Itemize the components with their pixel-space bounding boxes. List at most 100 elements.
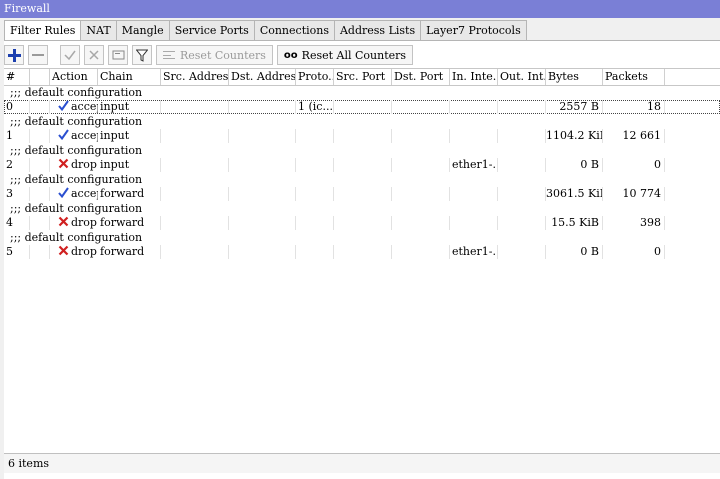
- rule-chain: input: [98, 158, 161, 172]
- rule-in-interface: ether1-...: [452, 158, 498, 172]
- col-header-in-interface[interactable]: In. Inte...: [450, 69, 498, 85]
- rule-dst-port: [392, 158, 450, 172]
- rule-out-interface: [498, 129, 546, 143]
- rule-protocol: [296, 245, 334, 259]
- tab-nat[interactable]: NAT: [80, 20, 117, 40]
- table-row[interactable]: 3 acceptforward 3061.5 KiB10 774: [4, 187, 720, 201]
- remove-button[interactable]: [28, 45, 48, 65]
- rule-number: 1: [4, 129, 30, 143]
- rule-number: 2: [4, 158, 30, 172]
- reset-all-counters-button[interactable]: oo Reset All Counters: [276, 45, 414, 65]
- accept-icon: [58, 187, 69, 198]
- rule-src-address: [161, 100, 229, 114]
- col-header-chain[interactable]: Chain: [98, 69, 161, 85]
- rule-number: 0: [4, 100, 30, 114]
- plus-icon: [7, 48, 21, 62]
- rule-protocol: [296, 216, 334, 230]
- rule-number: 3: [4, 187, 30, 201]
- col-header-action[interactable]: Action: [50, 69, 98, 85]
- col-header-src-port[interactable]: Src. Port: [334, 69, 392, 85]
- rule-action-label: accept: [71, 187, 98, 200]
- note-icon: [112, 50, 124, 60]
- rule-bytes: 0 B: [546, 158, 603, 172]
- reset-counters-icon: [163, 51, 175, 59]
- rule-comment: ;;; default configuration: [10, 231, 143, 244]
- tab-connections[interactable]: Connections: [253, 20, 335, 40]
- rule-protocol: [296, 158, 334, 172]
- rule-protocol: [296, 187, 334, 201]
- col-header-number[interactable]: #: [4, 69, 30, 85]
- rule-number: 4: [4, 216, 30, 230]
- col-header-flags[interactable]: [30, 69, 50, 85]
- rule-chain: forward: [98, 187, 161, 201]
- rule-packets: 0: [603, 158, 665, 172]
- drop-icon: [58, 158, 69, 169]
- rule-src-port: [334, 245, 392, 259]
- rule-action-label: drop: [71, 158, 97, 171]
- col-header-bytes[interactable]: Bytes: [546, 69, 603, 85]
- rule-src-address: [161, 245, 229, 259]
- window-title: Firewall: [0, 0, 720, 18]
- rule-comment: ;;; default configuration: [10, 86, 143, 99]
- rule-dst-port: [392, 187, 450, 201]
- rule-action: accept: [56, 100, 98, 114]
- col-header-out-interface[interactable]: Out. Int...: [498, 69, 546, 85]
- filter-button[interactable]: [132, 45, 152, 65]
- rule-out-interface: [498, 245, 546, 259]
- rule-dst-address: [229, 245, 296, 259]
- accept-icon: [58, 100, 69, 111]
- rule-action: drop: [56, 245, 98, 259]
- rule-protocol: [296, 129, 334, 143]
- rule-out-interface: [498, 158, 546, 172]
- rule-dst-port: [392, 216, 450, 230]
- tab-filter-rules[interactable]: Filter Rules: [4, 20, 82, 41]
- rule-out-interface: [498, 216, 546, 230]
- reset-all-counters-icon: oo: [283, 49, 298, 61]
- rule-action: accept: [56, 187, 98, 201]
- rule-action-label: accept: [71, 129, 98, 142]
- table-row[interactable]: 5 drop forward ether1-... 0 B0: [4, 245, 720, 259]
- rule-dst-port: [392, 129, 450, 143]
- col-header-src-address[interactable]: Src. Address: [161, 69, 229, 85]
- rule-action-label: drop: [71, 216, 97, 229]
- rule-bytes: 2557 B: [546, 100, 603, 114]
- tab-service-ports[interactable]: Service Ports: [168, 20, 255, 40]
- col-header-protocol[interactable]: Proto...: [296, 69, 334, 85]
- rule-in-interface: [450, 129, 498, 143]
- add-button[interactable]: [4, 45, 24, 65]
- reset-all-counters-label: Reset All Counters: [301, 48, 407, 62]
- rule-src-address: [161, 187, 229, 201]
- rule-chain: forward: [98, 216, 161, 230]
- tab-layer7-protocols[interactable]: Layer7 Protocols: [420, 20, 527, 40]
- rule-chain: input: [98, 129, 161, 143]
- reset-counters-button[interactable]: Reset Counters: [156, 45, 273, 65]
- tab-mangle[interactable]: Mangle: [115, 20, 170, 40]
- enable-button[interactable]: [60, 45, 80, 65]
- rule-chain: forward: [98, 245, 161, 259]
- col-header-dst-port[interactable]: Dst. Port: [392, 69, 450, 85]
- disable-button[interactable]: [84, 45, 104, 65]
- items-count: 6 items: [8, 457, 50, 470]
- rules-table: # Action Chain Src. Address Dst. Address…: [4, 68, 720, 453]
- rule-bytes: 1104.2 KiB: [546, 129, 603, 143]
- rule-out-interface: [498, 187, 546, 201]
- rule-number: 5: [4, 245, 30, 259]
- rule-chain: input: [98, 100, 161, 114]
- rule-action: accept: [56, 129, 98, 143]
- drop-icon: [58, 245, 69, 256]
- col-header-packets[interactable]: Packets: [603, 69, 665, 85]
- table-row[interactable]: 4 drop forward 15.5 KiB 398: [4, 216, 720, 230]
- table-row[interactable]: 2 drop input ether1-... 0 B0: [4, 158, 720, 172]
- table-row[interactable]: 0 acceptinput 1 (ic... 2557 B18: [4, 100, 720, 114]
- rule-in-interface: [450, 100, 498, 114]
- rule-flags: [30, 216, 50, 230]
- minus-icon: [32, 54, 44, 56]
- rule-src-address: [161, 129, 229, 143]
- comment-button[interactable]: [108, 45, 128, 65]
- rule-src-port: [334, 216, 392, 230]
- rule-packets: 398: [603, 216, 665, 230]
- col-header-dst-address[interactable]: Dst. Address: [229, 69, 296, 85]
- tab-address-lists[interactable]: Address Lists: [333, 20, 422, 40]
- tab-bar: Filter Rules NAT Mangle Service Ports Co…: [4, 20, 527, 41]
- table-row[interactable]: 1 acceptinput 1104.2 KiB12 661: [4, 129, 720, 143]
